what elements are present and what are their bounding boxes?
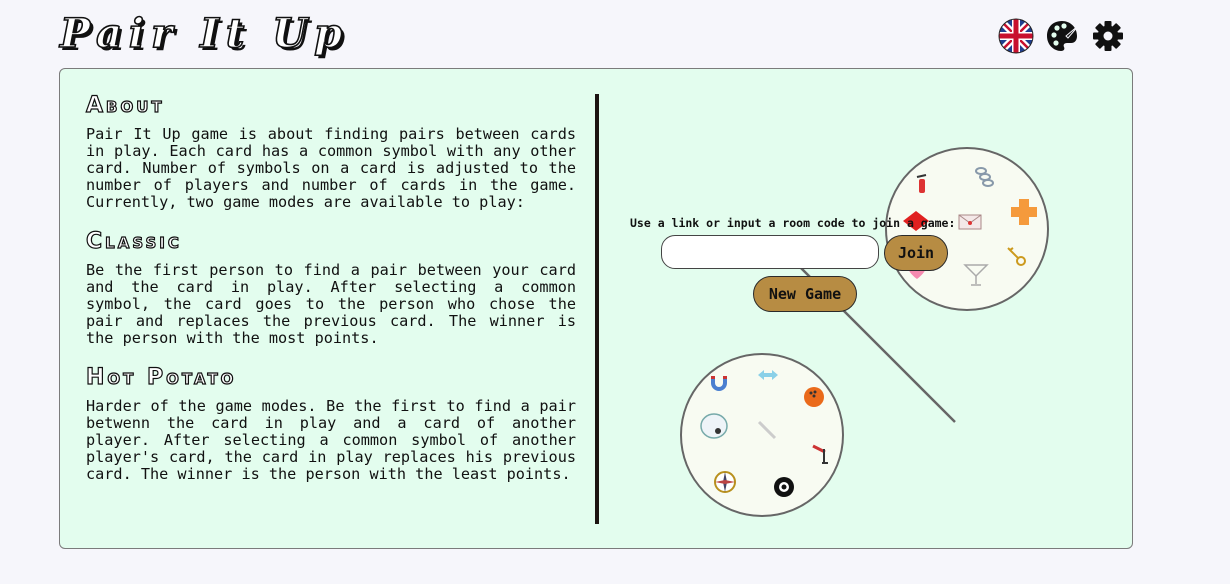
arrows-icon [758, 370, 778, 380]
room-code-input[interactable] [661, 235, 879, 269]
main-panel: About Pair It Up game is about finding p… [59, 68, 1133, 549]
egg-icon [700, 413, 728, 439]
arrow-target-icon [812, 444, 828, 464]
key-icon [1007, 247, 1026, 266]
app-logo: Pair It Up [59, 9, 350, 58]
new-game-button[interactable]: New Game [753, 276, 857, 312]
orange-cross-icon [1011, 199, 1037, 225]
fire-extinguisher-icon [916, 174, 927, 193]
magnet-icon [711, 376, 727, 391]
palette-icon[interactable] [1044, 18, 1080, 54]
card-bottom [680, 353, 844, 517]
gear-icon[interactable] [1090, 18, 1126, 54]
join-label: Use a link or input a room code to join … [630, 216, 956, 230]
cocktail-glass-icon [963, 264, 989, 286]
eight-ball-icon [774, 477, 794, 497]
chain-icon [975, 167, 994, 187]
join-button[interactable]: Join [884, 235, 948, 271]
bowling-ball-icon [804, 387, 824, 407]
uk-flag-icon[interactable] [998, 18, 1034, 54]
header-icons [998, 18, 1126, 54]
bandage-icon [757, 420, 777, 440]
envelope-icon [958, 214, 982, 230]
compass-icon [714, 471, 736, 493]
